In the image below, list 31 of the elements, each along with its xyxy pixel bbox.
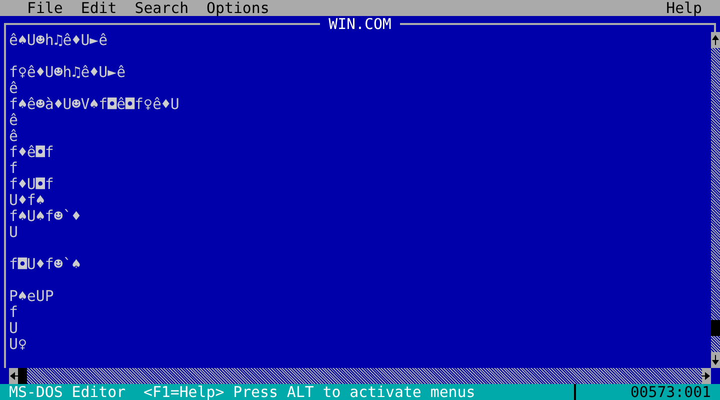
- text-line: U♦f♠: [9, 191, 45, 209]
- text-line: U♀: [9, 335, 27, 353]
- text-line: ê: [9, 127, 18, 145]
- up-arrow-icon[interactable]: [711, 32, 720, 48]
- text-line: U: [9, 223, 18, 241]
- menu-item[interactable]: Help: [657, 0, 711, 16]
- window-title: WIN.COM: [328, 16, 392, 32]
- text-line: f♠U♠f☻`♦: [9, 207, 81, 225]
- vertical-scrollbar[interactable]: [711, 32, 720, 368]
- text-line: f♦ê◘f: [9, 143, 54, 161]
- text-line: P♠eUP: [9, 287, 54, 305]
- menu-item[interactable]: File: [18, 0, 72, 16]
- text-line: f♦U◘f: [9, 175, 54, 193]
- text-line: f◘U♦f☻`♠: [9, 255, 81, 273]
- text-line: f: [9, 303, 18, 321]
- text-line: ê: [9, 79, 18, 97]
- scroll-thumb[interactable]: [711, 320, 720, 336]
- down-arrow-icon[interactable]: [711, 352, 720, 368]
- text-line: U: [9, 319, 18, 337]
- text-line: f♀ê♦U☻h♫ê♦U►ê: [9, 63, 126, 81]
- text-line: ê♠U☻h♫ê♦U►ê: [9, 32, 108, 49]
- text-line: f: [9, 159, 18, 177]
- cursor-position: 00573:001: [629, 384, 712, 400]
- text-line: f♠ê☻à♦U☻V♠f◘ê◘f♀ê♦U: [9, 95, 180, 113]
- horizontal-scrollbar[interactable]: [9, 368, 711, 384]
- status-text: MS-DOS Editor <F1=Help> Press ALT to activate menus: [8, 384, 476, 400]
- text-line: ê: [9, 111, 18, 129]
- menu-item[interactable]: Options: [198, 0, 278, 16]
- menu-item[interactable]: Search: [126, 0, 198, 16]
- scroll-thumb[interactable]: [18, 368, 27, 384]
- menu-item[interactable]: Edit: [72, 0, 126, 16]
